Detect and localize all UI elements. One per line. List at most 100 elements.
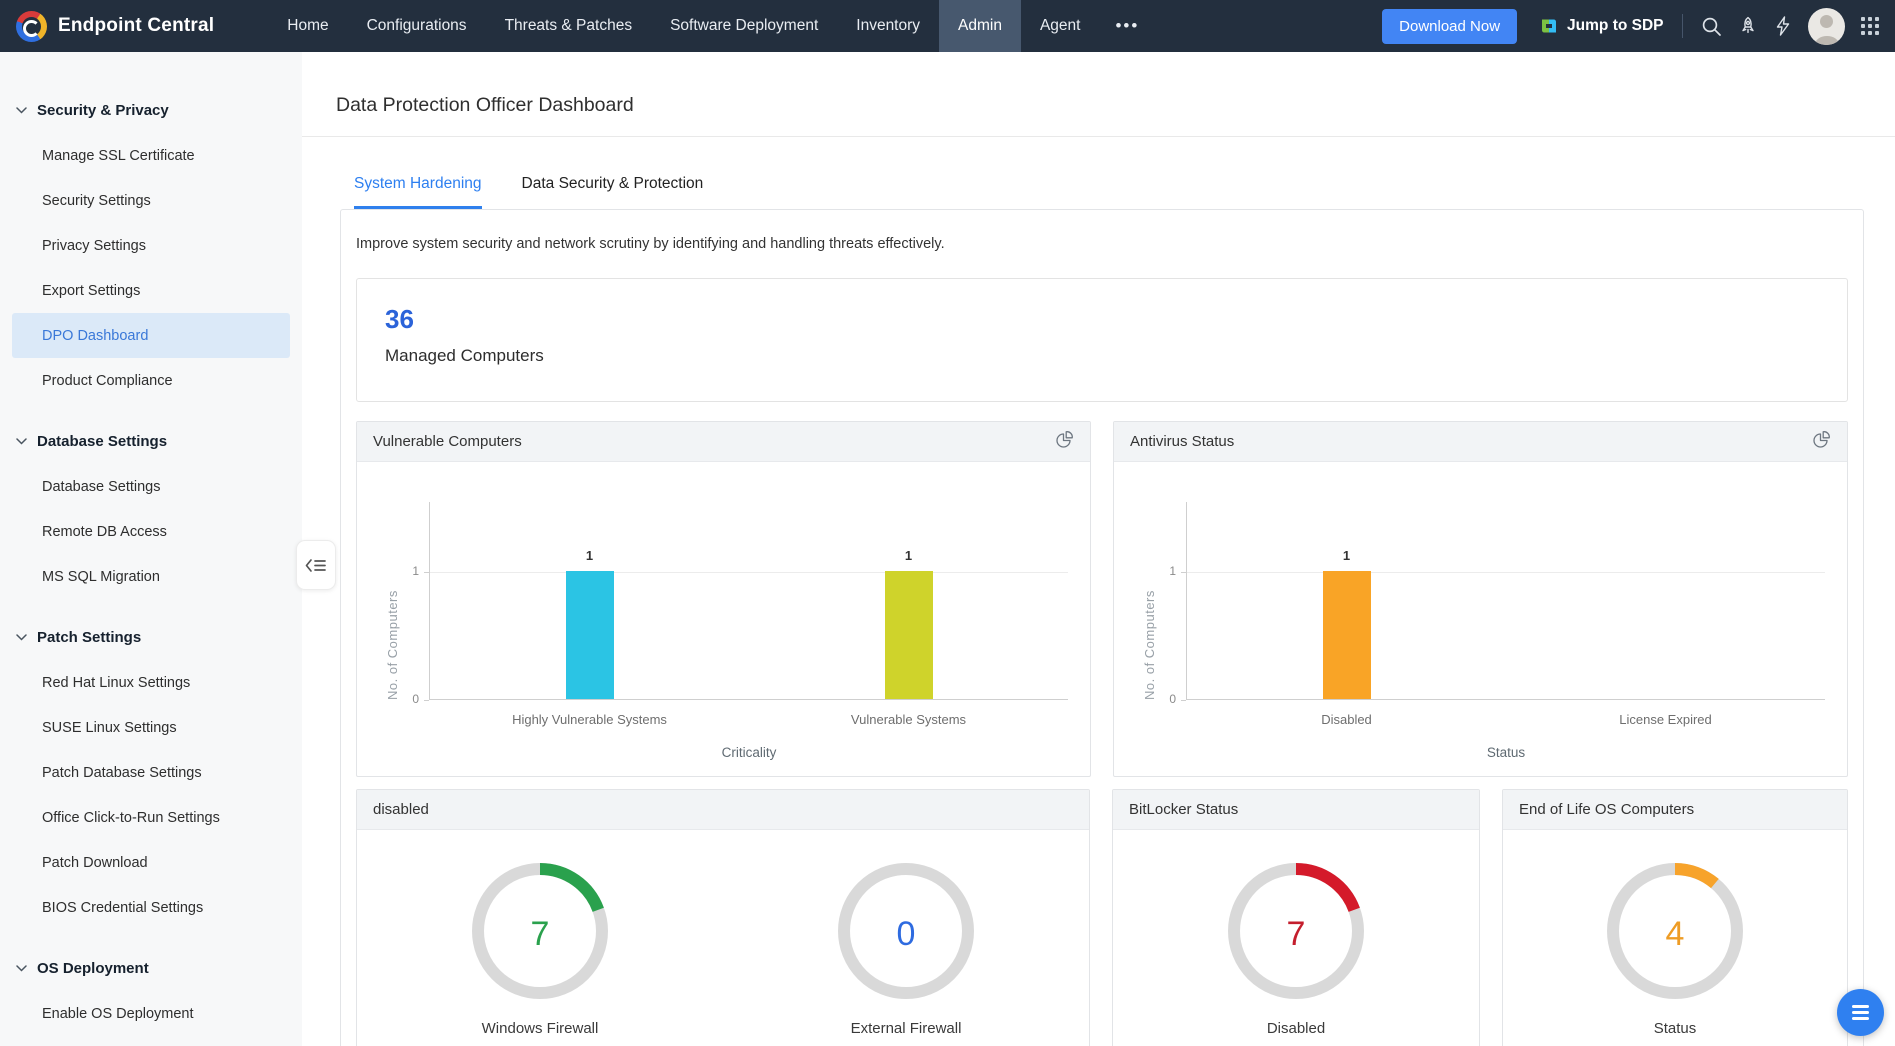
end-of-life-donut: 4 Status: [1503, 830, 1847, 1037]
chevron-down-icon: [16, 438, 27, 445]
donut-chart: 0: [831, 856, 981, 1006]
bar-disabled[interactable]: [1323, 571, 1371, 699]
sidebar-section-patch-settings: Patch SettingsRed Hat Linux SettingsSUSE…: [0, 615, 302, 930]
donut-chart: 7: [465, 856, 615, 1006]
card-header: Antivirus Status: [1114, 422, 1847, 462]
y-tick-mark: [1181, 572, 1186, 573]
sidebar-item-os-deployment-settings[interactable]: OS Deployment settings: [0, 1036, 302, 1046]
donut-windows-firewall[interactable]: 7 Windows Firewall: [465, 856, 615, 1037]
sidebar-item-export-settings[interactable]: Export Settings: [0, 268, 302, 313]
svg-text:7: 7: [1287, 915, 1306, 953]
bar-value-label: 1: [905, 548, 912, 563]
bar-highly-vulnerable-systems[interactable]: [566, 571, 614, 699]
end-of-life-os-card: End of Life OS Computers 4 Status: [1502, 789, 1848, 1046]
nav-item-home[interactable]: Home: [268, 0, 347, 52]
x-axis-title: Criticality: [430, 745, 1068, 760]
charts-row: Vulnerable Computers 1Highly Vulnerable …: [356, 421, 1848, 777]
donut-chart: 4: [1600, 856, 1750, 1006]
endpoint-central-logo-icon: [16, 11, 47, 42]
download-now-button[interactable]: Download Now: [1382, 9, 1517, 44]
bar-value-label: 1: [586, 548, 593, 563]
x-axis-title: Status: [1187, 745, 1825, 760]
sidebar-item-product-compliance[interactable]: Product Compliance: [0, 358, 302, 403]
search-icon[interactable]: [1701, 16, 1722, 37]
nav-item-inventory[interactable]: Inventory: [837, 0, 939, 52]
donut-disabled[interactable]: 7 Disabled: [1221, 856, 1371, 1037]
managed-computers-label: Managed Computers: [385, 346, 1847, 366]
sidebar-section-os-deployment: OS DeploymentEnable OS DeploymentOS Depl…: [0, 946, 302, 1046]
sidebar-item-manage-ssl-certificate[interactable]: Manage SSL Certificate: [0, 133, 302, 178]
y-axis-label: No. of Computers: [385, 502, 400, 700]
nav-item-threats-patches[interactable]: Threats & Patches: [486, 0, 652, 52]
bar-vulnerable-systems[interactable]: [885, 571, 933, 699]
donut-external-firewall[interactable]: 0 External Firewall: [831, 856, 981, 1037]
gridline: [1187, 572, 1825, 573]
card-title: End of Life OS Computers: [1519, 801, 1694, 818]
pie-chart-icon[interactable]: [1812, 430, 1831, 453]
y-tick-mark: [424, 700, 429, 701]
shortcuts-lightning-icon[interactable]: [1774, 16, 1792, 36]
managed-computers-card: 36 Managed Computers: [356, 278, 1848, 402]
sidebar-section-header-patch-settings[interactable]: Patch Settings: [0, 615, 302, 660]
sidebar-collapse-button[interactable]: [296, 540, 336, 590]
apps-grid-icon[interactable]: [1861, 17, 1880, 36]
nav-item-software-deployment[interactable]: Software Deployment: [651, 0, 837, 52]
firewall-donuts: 7 Windows Firewall 0 External Firewall: [357, 830, 1089, 1037]
sidebar-item-enable-os-deployment[interactable]: Enable OS Deployment: [0, 991, 302, 1036]
tab-data-security-protection[interactable]: Data Security & Protection: [522, 175, 704, 209]
sidebar-section-header-os-deployment[interactable]: OS Deployment: [0, 946, 302, 991]
brand-title: Endpoint Central: [58, 15, 214, 37]
sidebar-item-database-settings[interactable]: Database Settings: [0, 464, 302, 509]
top-navbar: Endpoint Central HomeConfigurationsThrea…: [0, 0, 1895, 52]
sidebar-section-header-security-privacy[interactable]: Security & Privacy: [0, 88, 302, 133]
sidebar-item-dpo-dashboard[interactable]: DPO Dashboard: [12, 313, 290, 358]
svg-text:7: 7: [531, 915, 550, 953]
section-title: Security & Privacy: [37, 102, 169, 119]
nav-more-menu[interactable]: •••: [1099, 0, 1155, 52]
y-tick-label: 1: [391, 564, 419, 578]
nav-right-cluster: Download Now Jump to SDP: [1382, 0, 1879, 52]
bitlocker-status-card: BitLocker Status 7 Disabled: [1112, 789, 1480, 1046]
nav-item-configurations[interactable]: Configurations: [348, 0, 486, 52]
donut-label-disabled: Disabled: [1267, 1020, 1325, 1037]
sidebar-item-patch-database-settings[interactable]: Patch Database Settings: [0, 750, 302, 795]
firewall-disabled-card: disabled 7 Windows Firewall 0 External Fire…: [356, 789, 1090, 1046]
x-category-label: Disabled: [1321, 712, 1372, 727]
donut-label-external-firewall: External Firewall: [851, 1020, 962, 1037]
jump-to-sdp-label: Jump to SDP: [1567, 17, 1663, 35]
sidebar-item-privacy-settings[interactable]: Privacy Settings: [0, 223, 302, 268]
sdp-icon: [1539, 16, 1559, 36]
tab-system-hardening[interactable]: System Hardening: [354, 175, 482, 209]
card-header: disabled: [357, 790, 1089, 830]
pie-chart-icon[interactable]: [1055, 430, 1074, 453]
whats-new-rocket-icon[interactable]: [1738, 16, 1758, 36]
donut-label-windows-firewall: Windows Firewall: [482, 1020, 599, 1037]
donut-label-status: Status: [1654, 1020, 1697, 1037]
y-tick-label: 0: [1148, 692, 1176, 706]
svg-text:0: 0: [897, 915, 916, 953]
y-tick-label: 1: [1148, 564, 1176, 578]
sidebar-section-header-database-settings[interactable]: Database Settings: [0, 419, 302, 464]
managed-computers-count[interactable]: 36: [385, 304, 1847, 335]
bitlocker-donut: 7 Disabled: [1113, 830, 1479, 1037]
nav-item-admin[interactable]: Admin: [939, 0, 1021, 52]
floating-menu-button[interactable]: [1837, 989, 1884, 1036]
nav-item-agent[interactable]: Agent: [1021, 0, 1100, 52]
sidebar-item-ms-sql-migration[interactable]: MS SQL Migration: [0, 554, 302, 599]
sidebar-item-suse-linux-settings[interactable]: SUSE Linux Settings: [0, 705, 302, 750]
nav-spacer: [1155, 0, 1382, 52]
sidebar-item-security-settings[interactable]: Security Settings: [0, 178, 302, 223]
card-title: Antivirus Status: [1130, 433, 1234, 450]
card-header: BitLocker Status: [1113, 790, 1479, 830]
sidebar-item-patch-download[interactable]: Patch Download: [0, 840, 302, 885]
bar-chart-vulnerable-computers: 1Highly Vulnerable Systems1Vulnerable Sy…: [357, 462, 1090, 777]
donut-status[interactable]: 4 Status: [1600, 856, 1750, 1037]
user-avatar[interactable]: [1808, 8, 1845, 45]
sidebar-item-office-click-to-run-settings[interactable]: Office Click-to-Run Settings: [0, 795, 302, 840]
sidebar-item-remote-db-access[interactable]: Remote DB Access: [0, 509, 302, 554]
sidebar-item-red-hat-linux-settings[interactable]: Red Hat Linux Settings: [0, 660, 302, 705]
primary-nav: HomeConfigurationsThreats & PatchesSoftw…: [268, 0, 1099, 52]
donut-chart: 7: [1221, 856, 1371, 1006]
jump-to-sdp-link[interactable]: Jump to SDP: [1539, 16, 1663, 36]
sidebar-item-bios-credential-settings[interactable]: BIOS Credential Settings: [0, 885, 302, 930]
